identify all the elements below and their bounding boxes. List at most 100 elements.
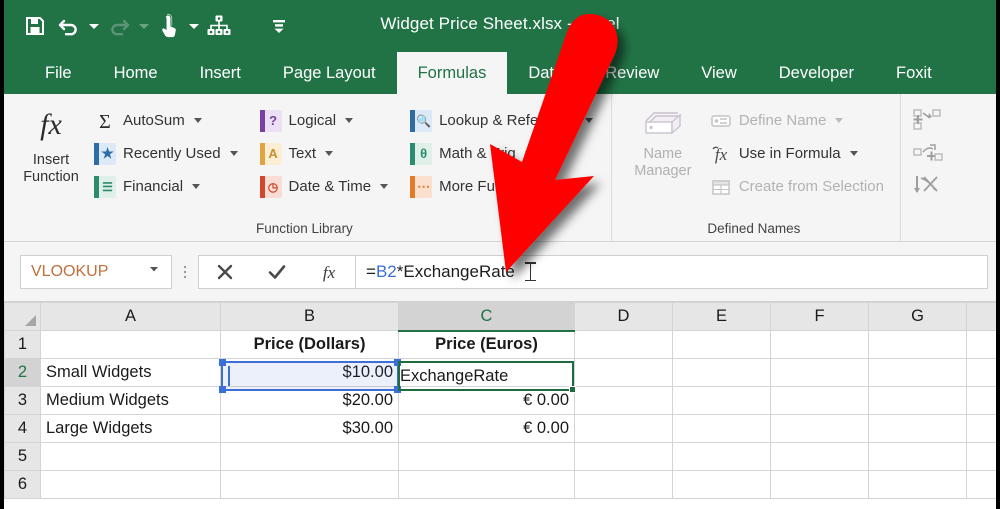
cell-f3[interactable] [770,386,869,415]
column-header-a[interactable]: A [40,302,221,331]
row-header-1[interactable]: 1 [4,330,41,359]
cell-h6[interactable] [966,470,996,499]
recently-used-dropdown-arrow[interactable] [229,151,238,156]
text-button[interactable]: A Text [256,137,393,170]
cell-d2[interactable] [574,358,673,387]
column-header-e[interactable]: E [672,302,771,331]
lookup-reference-button[interactable]: 🔍 Lookup & Reference [406,104,597,137]
math-trig-dropdown-arrow[interactable] [524,151,533,156]
define-name-dropdown-arrow[interactable] [835,118,844,123]
cell-h5[interactable] [966,442,996,471]
cell-f5[interactable] [770,442,869,471]
cell-c3[interactable]: € 0.00 [398,386,575,415]
cell-a2[interactable]: Small Widgets [40,358,221,387]
column-header-d[interactable]: D [574,302,673,331]
tab-formulas[interactable]: Formulas [396,52,508,94]
recently-used-button[interactable]: ★ Recently Used [90,137,242,170]
tab-developer[interactable]: Developer [758,52,875,94]
column-header-c[interactable]: C [398,302,575,332]
enter-check-icon[interactable] [251,256,303,288]
cell-a5[interactable] [40,442,221,471]
name-manager-button[interactable]: Name Manager [620,100,706,179]
tab-file[interactable]: File [24,52,93,94]
cell-f4[interactable] [770,414,869,443]
column-header-h[interactable] [966,302,996,331]
text-dropdown-arrow[interactable] [325,151,334,156]
define-name-button[interactable]: Define Name [706,104,888,137]
select-all-corner[interactable] [4,302,41,331]
cell-f1[interactable] [770,330,869,359]
autosum-button[interactable]: Σ AutoSum [90,104,242,137]
cell-b2[interactable]: $10.00 [220,358,399,387]
tab-insert[interactable]: Insert [179,52,262,94]
name-box[interactable]: VLOOKUP [20,254,172,289]
cell-a3[interactable]: Medium Widgets [40,386,221,415]
cell-g6[interactable] [868,470,967,499]
column-header-g[interactable]: G [868,302,967,331]
cell-a6[interactable] [40,470,221,499]
cell-f6[interactable] [770,470,869,499]
formula-input[interactable]: = B2 *ExchangeRate [356,254,988,289]
cell-d3[interactable] [574,386,673,415]
cell-c6[interactable] [398,470,575,499]
row-header-3[interactable]: 3 [4,386,41,415]
cell-a1[interactable] [40,330,221,359]
cell-c4[interactable]: € 0.00 [398,414,575,443]
cancel-x-icon[interactable] [199,256,251,288]
logical-button[interactable]: ? Logical [256,104,393,137]
insert-function-icon[interactable]: fx [303,256,355,288]
date-time-button[interactable]: ◷ Date & Time [256,170,393,203]
row-header-2[interactable]: 2 [4,358,41,387]
cell-e4[interactable] [672,414,771,443]
cell-e5[interactable] [672,442,771,471]
cell-b6[interactable] [220,470,399,499]
more-functions-button[interactable]: ⋯ More Functions [406,170,597,203]
cell-d6[interactable] [574,470,673,499]
cell-e6[interactable] [672,470,771,499]
column-header-f[interactable]: F [770,302,869,331]
insert-function-button[interactable]: fx Insert Function [12,100,90,185]
cell-g5[interactable] [868,442,967,471]
tab-review[interactable]: Review [584,52,680,94]
use-in-formula-button[interactable]: fx Use in Formula [706,137,888,170]
cell-c2[interactable] [398,358,575,387]
create-from-selection-button[interactable]: Create from Selection [706,170,888,203]
cell-b1[interactable]: Price (Dollars) [220,330,399,359]
row-header-4[interactable]: 4 [4,414,41,443]
cell-e2[interactable] [672,358,771,387]
tab-view[interactable]: View [680,52,757,94]
row-header-5[interactable]: 5 [4,442,41,471]
name-box-chevron-down-icon[interactable] [147,262,161,281]
cell-b4[interactable]: $30.00 [220,414,399,443]
date-time-dropdown-arrow[interactable] [380,184,389,189]
cell-d1[interactable] [574,330,673,359]
logical-dropdown-arrow[interactable] [345,118,354,123]
cell-h1[interactable] [966,330,996,359]
more-functions-dropdown-arrow[interactable] [551,184,560,189]
formula-bar-drag-handle[interactable] [172,255,198,289]
cell-d5[interactable] [574,442,673,471]
cell-d4[interactable] [574,414,673,443]
cell-h2[interactable] [966,358,996,387]
row-header-6[interactable]: 6 [4,470,41,499]
trace-dependents-button[interactable] [909,137,947,170]
cell-g2[interactable] [868,358,967,387]
cell-h4[interactable] [966,414,996,443]
cell-g4[interactable] [868,414,967,443]
cell-g3[interactable] [868,386,967,415]
cell-h3[interactable] [966,386,996,415]
trace-precedents-button[interactable] [909,104,947,137]
financial-button[interactable]: ☰ Financial [90,170,242,203]
tab-page-layout[interactable]: Page Layout [262,52,397,94]
cell-e3[interactable] [672,386,771,415]
cell-e1[interactable] [672,330,771,359]
cell-f2[interactable] [770,358,869,387]
use-in-formula-dropdown-arrow[interactable] [849,151,858,156]
tab-home[interactable]: Home [93,52,179,94]
cell-a4[interactable]: Large Widgets [40,414,221,443]
column-header-b[interactable]: B [220,302,399,331]
tab-data[interactable]: Data [507,52,584,94]
autosum-dropdown-arrow[interactable] [193,118,202,123]
remove-arrows-button[interactable] [909,170,947,203]
cell-g1[interactable] [868,330,967,359]
